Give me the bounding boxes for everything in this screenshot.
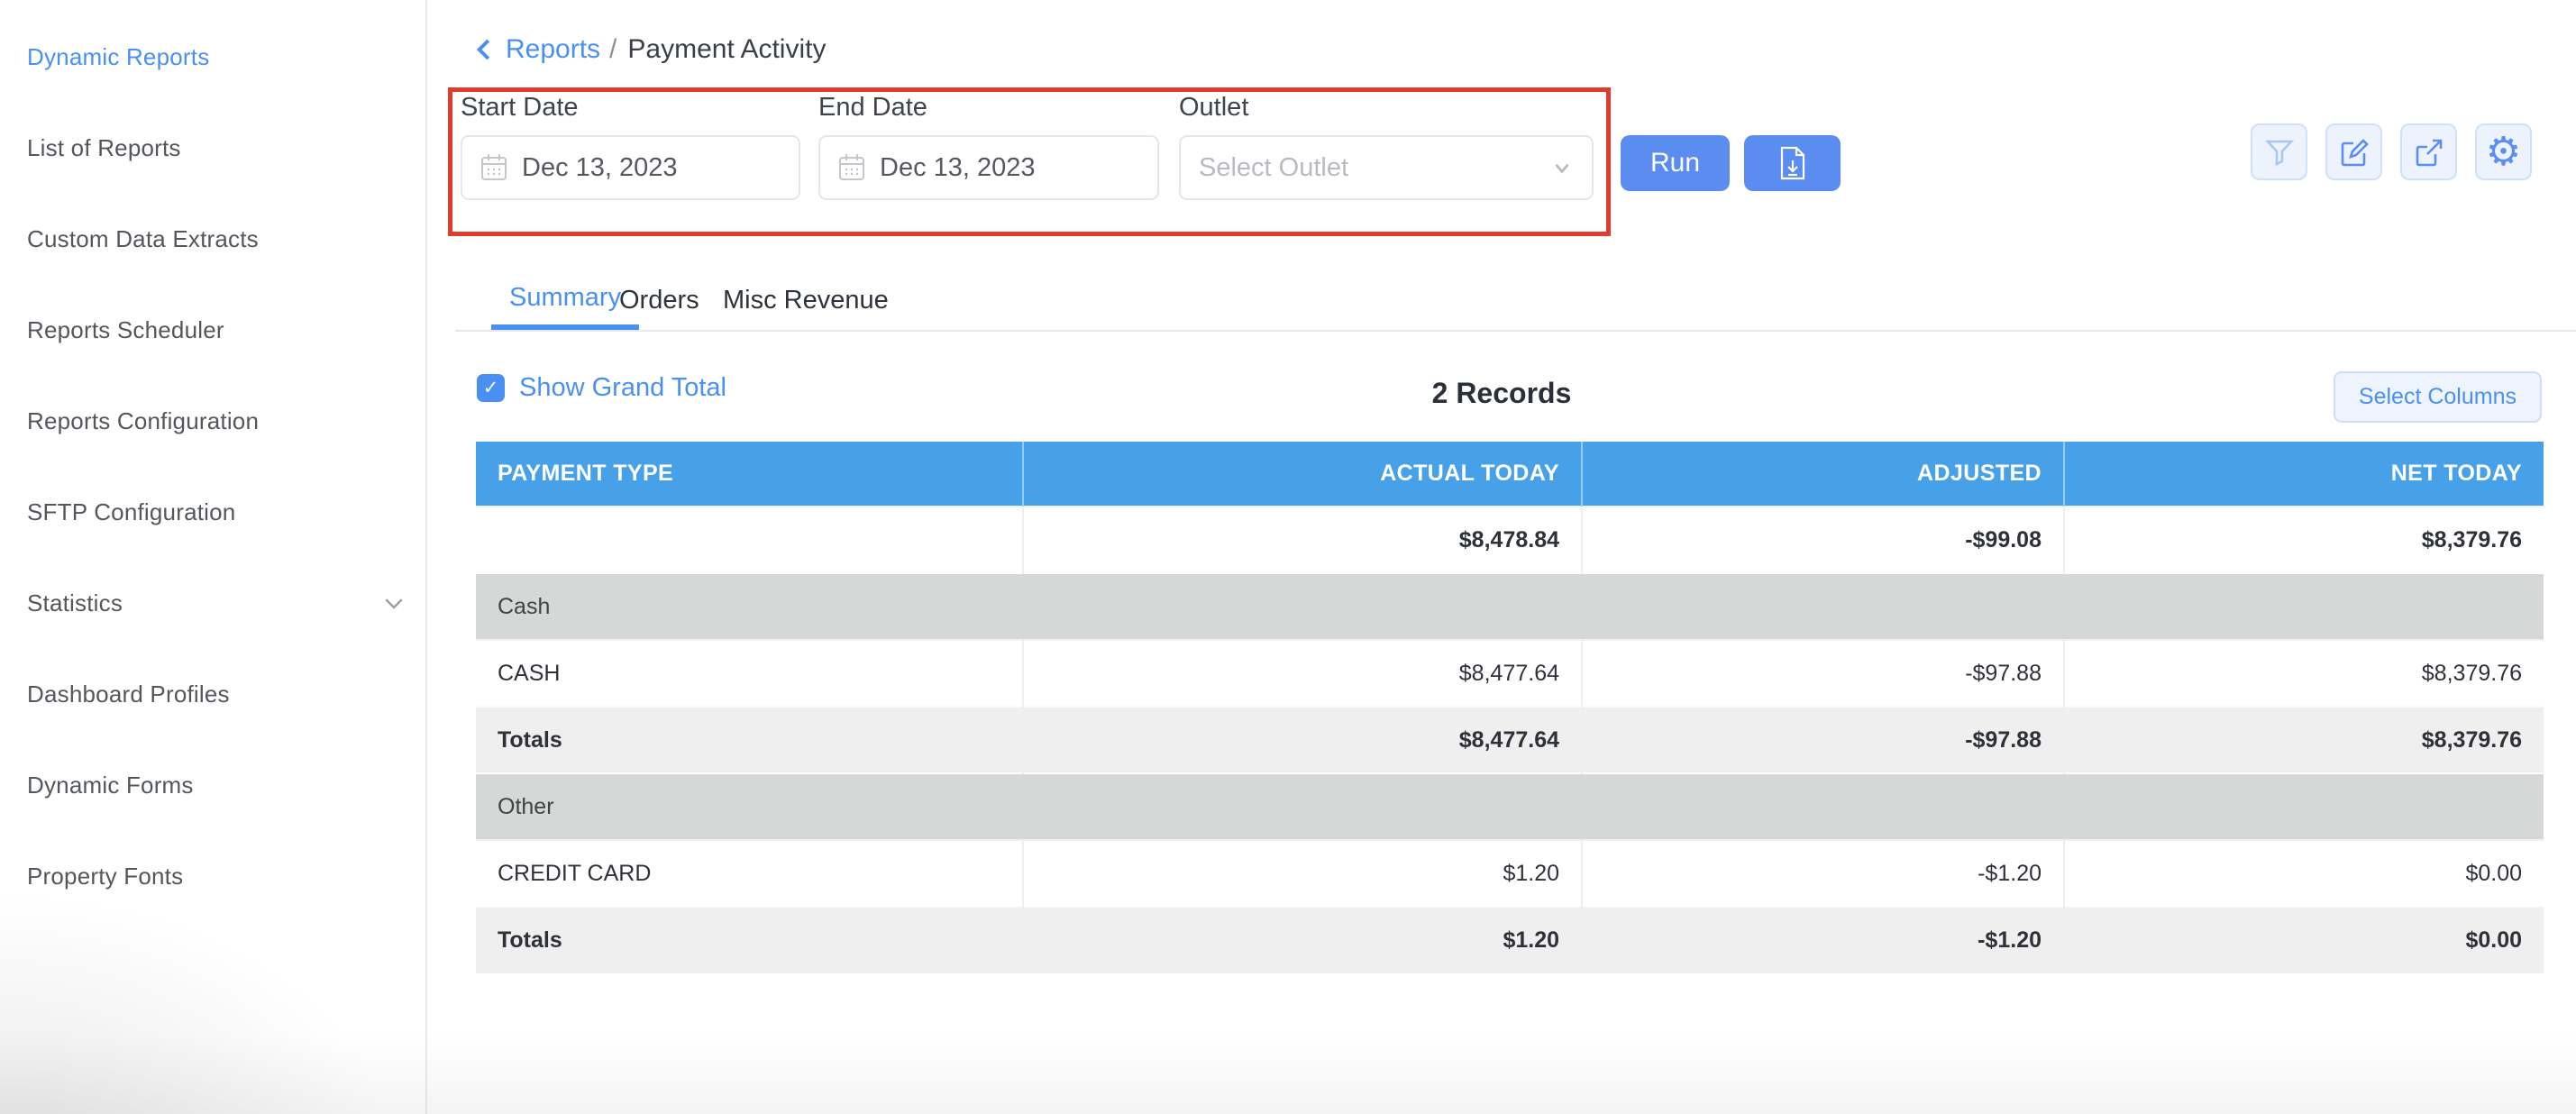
calendar-icon xyxy=(480,153,507,182)
main-content: Reports / Payment Activity Start Date En… xyxy=(427,0,2576,1114)
breadcrumb-back-link[interactable]: Reports xyxy=(471,34,600,65)
chevron-down-icon xyxy=(380,589,407,616)
payment-summary-table: PAYMENT TYPE ACTUAL TODAY ADJUSTED NET T… xyxy=(476,442,2544,973)
sidebar-item-list-of-reports[interactable]: List of Reports xyxy=(27,127,407,169)
sidebar-item-dynamic-forms[interactable]: Dynamic Forms xyxy=(27,764,407,806)
table-row-other-totals: Totals $1.20 -$1.20 $0.00 xyxy=(476,907,2544,973)
gear-icon: ⚙ xyxy=(2486,132,2521,172)
chevron-down-icon xyxy=(1550,156,1574,179)
sidebar-item-reports-scheduler[interactable]: Reports Scheduler xyxy=(27,309,407,351)
table-row-cash: CASH $8,477.64 -$97.88 $8,379.76 xyxy=(476,640,2544,707)
filter-button[interactable] xyxy=(2251,123,2307,180)
settings-button[interactable]: ⚙ xyxy=(2475,123,2532,180)
page-title: Payment Activity xyxy=(627,34,826,65)
tab-summary[interactable]: Summary xyxy=(491,270,639,330)
table-row-grand-total: $8,478.84 -$99.08 $8,379.76 xyxy=(476,507,2544,573)
table-group-row-other: Other xyxy=(476,773,2544,840)
end-date-label: End Date xyxy=(818,93,927,123)
table-group-row-cash: Cash xyxy=(476,573,2544,640)
chevron-left-icon xyxy=(471,36,498,63)
select-columns-button[interactable]: Select Columns xyxy=(2334,371,2542,423)
start-date-value: Dec 13, 2023 xyxy=(522,153,678,183)
report-tabs: Summary Orders Misc Revenue xyxy=(455,270,2576,332)
tab-misc-revenue[interactable]: Misc Revenue xyxy=(723,270,889,330)
breadcrumb: Reports / Payment Activity xyxy=(471,34,826,65)
end-date-value: Dec 13, 2023 xyxy=(880,153,1036,183)
sidebar: Dynamic Reports List of Reports Custom D… xyxy=(0,0,427,1114)
sidebar-item-dashboard-profiles[interactable]: Dashboard Profiles xyxy=(27,673,407,715)
sidebar-item-sftp-configuration[interactable]: SFTP Configuration xyxy=(27,491,407,533)
outlet-select[interactable]: Select Outlet xyxy=(1179,135,1594,200)
end-date-input[interactable]: Dec 13, 2023 xyxy=(818,135,1159,200)
outlet-placeholder: Select Outlet xyxy=(1199,153,1348,183)
start-date-input[interactable]: Dec 13, 2023 xyxy=(461,135,800,200)
table-row-credit-card: CREDIT CARD $1.20 -$1.20 $0.00 xyxy=(476,840,2544,907)
edit-pencil-icon xyxy=(2339,137,2370,168)
breadcrumb-separator: / xyxy=(609,34,617,65)
calendar-icon xyxy=(838,153,865,182)
sidebar-item-property-fonts[interactable]: Property Fonts xyxy=(27,855,407,897)
tab-orders[interactable]: Orders xyxy=(619,270,699,330)
sidebar-item-dynamic-reports[interactable]: Dynamic Reports xyxy=(27,36,407,78)
start-date-label: Start Date xyxy=(461,93,579,123)
outlet-label: Outlet xyxy=(1179,93,1248,123)
edit-button[interactable] xyxy=(2325,123,2382,180)
sidebar-item-reports-configuration[interactable]: Reports Configuration xyxy=(27,400,407,442)
sidebar-item-custom-data-extracts[interactable]: Custom Data Extracts xyxy=(27,218,407,260)
records-count: 2 Records xyxy=(427,377,2576,410)
column-header-actual-today: ACTUAL TODAY xyxy=(1023,442,1582,507)
file-download-icon xyxy=(1778,146,1807,180)
sidebar-item-statistics[interactable]: Statistics xyxy=(27,582,407,624)
table-header-row: PAYMENT TYPE ACTUAL TODAY ADJUSTED NET T… xyxy=(476,442,2544,507)
open-external-button[interactable] xyxy=(2400,123,2457,180)
column-header-payment-type: PAYMENT TYPE xyxy=(476,442,1023,507)
table-row-cash-totals: Totals $8,477.64 -$97.88 $8,379.76 xyxy=(476,707,2544,773)
filter-funnel-icon xyxy=(2264,137,2295,168)
reports-app: Dynamic Reports List of Reports Custom D… xyxy=(0,0,2576,1114)
column-header-net-today: NET TODAY xyxy=(2064,442,2544,507)
export-file-button[interactable] xyxy=(1744,135,1841,191)
run-button[interactable]: Run xyxy=(1621,135,1730,191)
external-link-icon xyxy=(2414,137,2444,168)
column-header-adjusted: ADJUSTED xyxy=(1582,442,2064,507)
